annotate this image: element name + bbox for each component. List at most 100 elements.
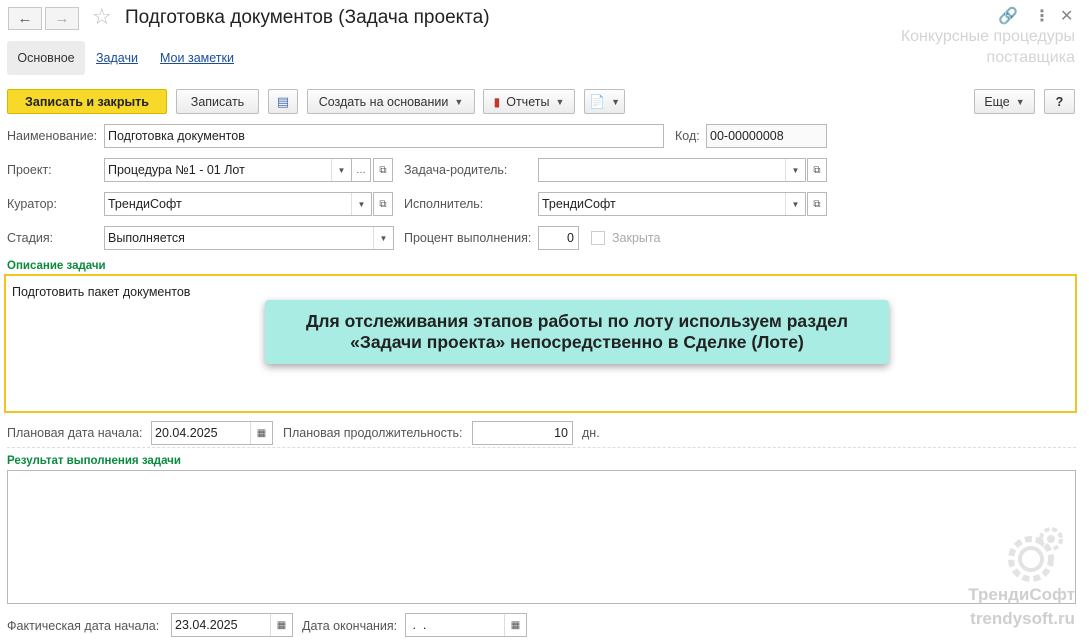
executor-label: Исполнитель: — [404, 197, 484, 211]
forward-button[interactable]: → — [45, 7, 79, 30]
watermark-line2: поставщика — [986, 49, 1075, 66]
planned-duration-label: Плановая продолжительность: — [283, 426, 463, 440]
brand-gear-logo — [1003, 523, 1065, 585]
help-label: ? — [1055, 94, 1064, 109]
chevron-down-icon[interactable]: ▼ — [785, 159, 805, 181]
open-window-icon: ⧉ — [379, 164, 387, 176]
project-value: Процедура №1 - 01 Лот — [108, 163, 245, 177]
curator-field[interactable]: ТрендиСофт ▼ — [104, 192, 372, 216]
brand-name: ТрендиСофт — [968, 585, 1075, 604]
stage-value: Выполняется — [108, 231, 185, 245]
stage-label: Стадия: — [7, 231, 54, 245]
chevron-down-icon[interactable]: ▼ — [351, 193, 371, 215]
name-value: Подготовка документов — [108, 129, 245, 143]
percent-field[interactable]: 0 — [538, 226, 579, 250]
calendar-icon[interactable]: ▦ — [504, 614, 526, 636]
project-field[interactable]: Процедура №1 - 01 Лот ▼ — [104, 158, 352, 182]
more-button[interactable]: Еще ▼ — [974, 89, 1035, 114]
window-title: Подготовка документов (Задача проекта) — [125, 7, 490, 28]
arrow-right-icon: → — [54, 10, 70, 27]
document-settings-icon: 📄 — [588, 93, 606, 109]
planned-duration-field[interactable]: 10 — [472, 421, 573, 445]
project-open-button[interactable]: ⧉ — [373, 158, 393, 182]
name-field[interactable]: Подготовка документов — [104, 124, 664, 148]
end-date-field[interactable]: . . ▦ — [405, 613, 527, 637]
arrow-left-icon: ← — [17, 10, 33, 27]
save-button[interactable]: Записать — [176, 89, 259, 114]
actual-start-field[interactable]: 23.04.2025 ▦ — [171, 613, 293, 637]
watermark-line1: Конкурсные процедуры — [900, 28, 1075, 45]
info-callout: Для отслеживания этапов работы по лоту и… — [265, 300, 889, 364]
chart-icon: ▮ — [493, 94, 501, 109]
description-text: Подготовить пакет документов — [12, 285, 191, 299]
stage-field[interactable]: Выполняется ▼ — [104, 226, 394, 250]
chevron-down-icon[interactable]: ▼ — [373, 227, 393, 249]
open-window-icon: ⧉ — [813, 198, 821, 210]
back-button[interactable]: ← — [8, 7, 42, 30]
chevron-down-icon: ▼ — [555, 96, 565, 107]
reports-label: Отчеты — [506, 94, 550, 109]
ellipsis-icon: … — [356, 164, 366, 176]
chevron-down-icon: ▼ — [611, 96, 621, 107]
link-icon[interactable]: 🔗 — [998, 6, 1018, 26]
curator-open-button[interactable]: ⧉ — [373, 192, 393, 216]
more-label: Еще — [984, 94, 1010, 109]
calendar-icon[interactable]: ▦ — [250, 422, 272, 444]
project-select-button[interactable]: … — [351, 158, 371, 182]
name-label: Наименование: — [7, 129, 98, 143]
tab-notes[interactable]: Мои заметки — [160, 51, 234, 65]
curator-label: Куратор: — [7, 197, 57, 211]
parent-task-field[interactable]: ▼ — [538, 158, 806, 182]
planned-start-label: Плановая дата начала: — [7, 426, 143, 440]
tab-main[interactable]: Основное — [7, 41, 85, 75]
executor-value: ТрендиСофт — [542, 197, 616, 211]
planned-start-field[interactable]: 20.04.2025 ▦ — [151, 421, 273, 445]
document-list-button[interactable]: ▤ — [268, 89, 298, 114]
brand-watermark: ТрендиСофт trendysoft.ru — [968, 583, 1075, 631]
favorite-star-icon[interactable]: ☆ — [92, 4, 112, 30]
watermark-section-title: Конкурсные процедуры поставщика — [901, 26, 1075, 68]
chevron-down-icon: ▼ — [454, 96, 464, 107]
percent-value: 0 — [567, 231, 574, 245]
parent-task-open-button[interactable]: ⧉ — [807, 158, 827, 182]
tab-tasks[interactable]: Задачи — [96, 51, 138, 65]
curator-value: ТрендиСофт — [108, 197, 182, 211]
callout-line1: Для отслеживания этапов работы по лоту и… — [305, 311, 849, 331]
code-field[interactable]: 00-00000008 — [706, 124, 827, 148]
result-section-title: Результат выполнения задачи — [7, 455, 181, 467]
brand-site: trendysoft.ru — [970, 609, 1075, 628]
project-label: Проект: — [7, 163, 52, 177]
end-date-label: Дата окончания: — [302, 619, 398, 633]
code-label: Код: — [675, 129, 700, 143]
help-button[interactable]: ? — [1044, 89, 1075, 114]
planned-duration-value: 10 — [554, 426, 568, 440]
closed-checkbox[interactable] — [591, 231, 605, 245]
open-window-icon: ⧉ — [379, 198, 387, 210]
close-icon[interactable]: ✕ — [1060, 6, 1073, 26]
description-section-title: Описание задачи — [7, 260, 106, 272]
closed-label: Закрыта — [612, 231, 661, 245]
chevron-down-icon[interactable]: ▼ — [331, 159, 351, 181]
print-button[interactable]: 📄 ▼ — [584, 89, 625, 114]
chevron-down-icon[interactable]: ▼ — [785, 193, 805, 215]
document-list-icon: ▤ — [276, 93, 290, 109]
reports-button[interactable]: ▮ Отчеты ▼ — [483, 89, 575, 114]
chevron-down-icon: ▼ — [1015, 96, 1025, 107]
actual-start-value: 23.04.2025 — [175, 618, 238, 632]
code-value: 00-00000008 — [710, 129, 784, 143]
open-window-icon: ⧉ — [813, 164, 821, 176]
save-label: Записать — [190, 94, 245, 109]
executor-field[interactable]: ТрендиСофт ▼ — [538, 192, 806, 216]
actual-start-label: Фактическая дата начала: — [7, 619, 160, 633]
save-and-close-button[interactable]: Записать и закрыть — [7, 89, 167, 114]
result-textarea[interactable] — [7, 470, 1076, 604]
planned-start-value: 20.04.2025 — [155, 426, 218, 440]
divider — [7, 447, 1076, 448]
more-menu-icon[interactable]: ⋮ — [1034, 6, 1050, 26]
save-and-close-label: Записать и закрыть — [25, 94, 149, 109]
executor-open-button[interactable]: ⧉ — [807, 192, 827, 216]
create-based-on-button[interactable]: Создать на основании ▼ — [307, 89, 475, 114]
calendar-icon[interactable]: ▦ — [270, 614, 292, 636]
create-based-on-label: Создать на основании — [318, 94, 449, 109]
percent-label: Процент выполнения: — [404, 231, 532, 245]
